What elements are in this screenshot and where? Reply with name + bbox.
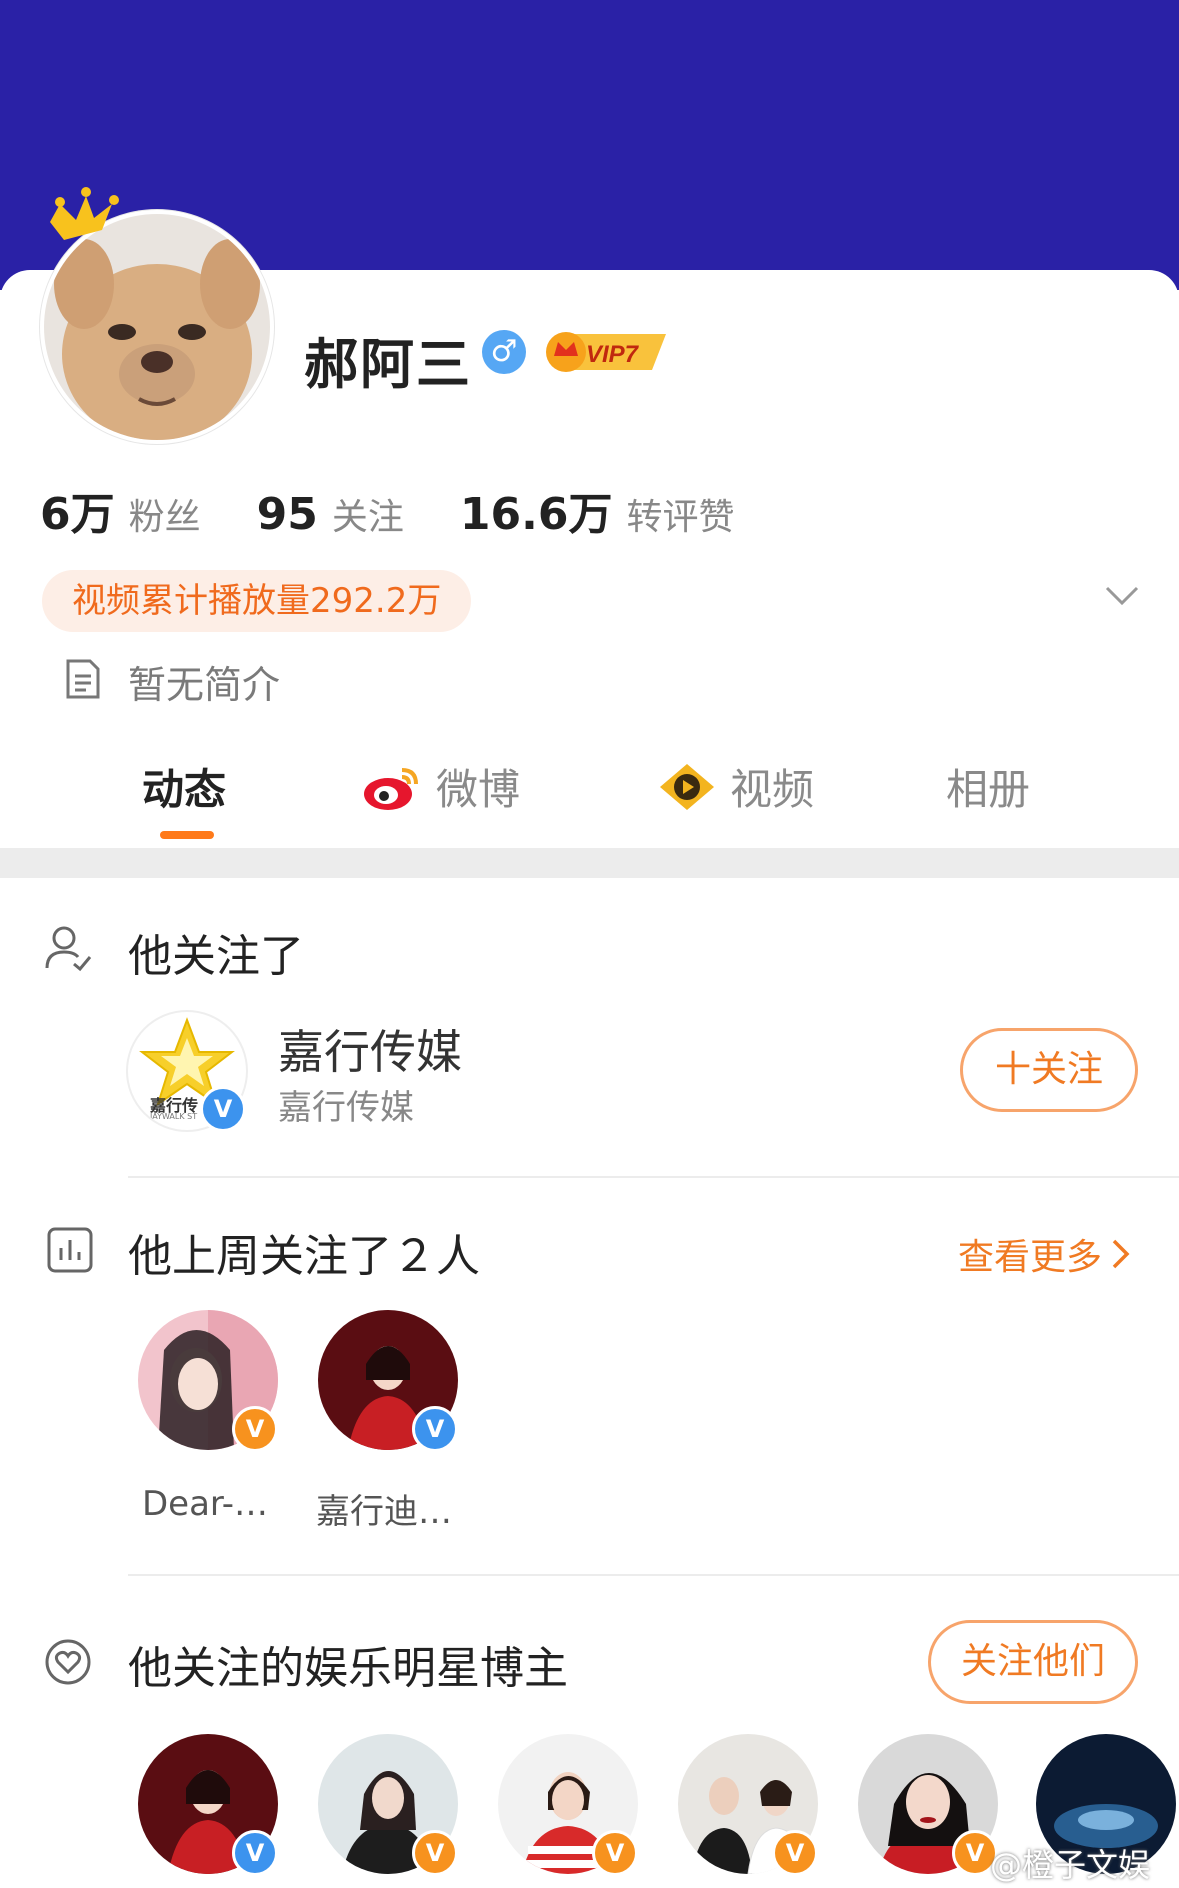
verified-badge-icon: V xyxy=(412,1830,458,1876)
vip-label: VIP7 xyxy=(586,341,640,368)
tab-active-indicator xyxy=(160,831,214,839)
tab-video[interactable]: 视频 xyxy=(656,756,814,817)
user-follow-icon xyxy=(45,926,92,972)
gender-male-icon: ♂ xyxy=(482,330,526,374)
verified-badge-icon: V xyxy=(772,1830,818,1876)
verified-badge-icon: V xyxy=(412,1406,458,1452)
see-more-link[interactable]: 查看更多 xyxy=(958,1228,1132,1280)
follow-them-button[interactable]: 关注他们 xyxy=(928,1620,1138,1704)
verified-badge-icon: V xyxy=(200,1086,246,1132)
tab-dynamics-label: 动态 xyxy=(142,765,227,814)
fans-label[interactable]: 粉丝 xyxy=(129,488,201,540)
weibo-icon xyxy=(364,767,418,810)
verified-badge-icon: V xyxy=(232,1830,278,1876)
followed-title: 他关注了 xyxy=(128,931,304,982)
tab-video-label: 视频 xyxy=(730,765,815,814)
document-icon xyxy=(66,659,100,699)
profile-intro: 暂无简介 xyxy=(128,663,281,707)
tab-weibo-label: 微博 xyxy=(436,765,521,814)
person-name-2[interactable]: 嘉行迪… xyxy=(316,1484,452,1533)
see-more-label: 查看更多 xyxy=(958,1237,1103,1278)
interactions-label: 转评赞 xyxy=(626,497,735,538)
last-week-title: 他上周关注了２人 xyxy=(128,1231,480,1282)
watermark-text: @橙子文娱 xyxy=(990,1846,1151,1884)
profile-stats: 6万 粉丝 95 关注 16.6万 转评赞 xyxy=(40,478,790,542)
vip-badge-icon[interactable]: VIP7 xyxy=(540,326,670,376)
chevron-right-icon xyxy=(1112,1239,1130,1269)
section-separator xyxy=(0,848,1179,878)
verified-badge-icon: V xyxy=(592,1830,638,1876)
followed-account-sub: 嘉行传媒 xyxy=(278,1088,414,1128)
tab-album-label: 相册 xyxy=(946,765,1031,814)
bar-chart-icon xyxy=(47,1227,93,1273)
fans-count[interactable]: 6万 xyxy=(40,478,115,542)
person-name-1[interactable]: Dear-… xyxy=(142,1484,268,1524)
following-label[interactable]: 关注 xyxy=(332,488,404,540)
divider xyxy=(128,1574,1179,1576)
tab-album[interactable]: 相册 xyxy=(946,756,1030,817)
tab-weibo[interactable]: 微博 xyxy=(362,756,520,817)
chevron-down-icon[interactable] xyxy=(1104,584,1140,608)
profile-name: 郝阿三 xyxy=(304,333,472,396)
logo-subtext: JAYWALK ST xyxy=(150,1112,198,1121)
follow-button[interactable]: 十关注 xyxy=(960,1028,1138,1112)
interactions-count: 16.6万 xyxy=(459,489,613,540)
verified-badge-icon: V xyxy=(232,1406,278,1452)
stars-title: 他关注的娱乐明星博主 xyxy=(128,1643,568,1694)
heart-circle-icon xyxy=(45,1639,91,1685)
video-play-icon xyxy=(660,763,714,810)
followed-account-name[interactable]: 嘉行传媒 xyxy=(278,1016,462,1082)
following-count[interactable]: 95 xyxy=(257,489,318,540)
crown-icon xyxy=(50,187,119,240)
divider xyxy=(128,1176,1179,1178)
video-plays-pill[interactable]: 视频累计播放量292.2万 xyxy=(42,570,472,632)
tab-dynamics[interactable]: 动态 xyxy=(142,756,226,817)
